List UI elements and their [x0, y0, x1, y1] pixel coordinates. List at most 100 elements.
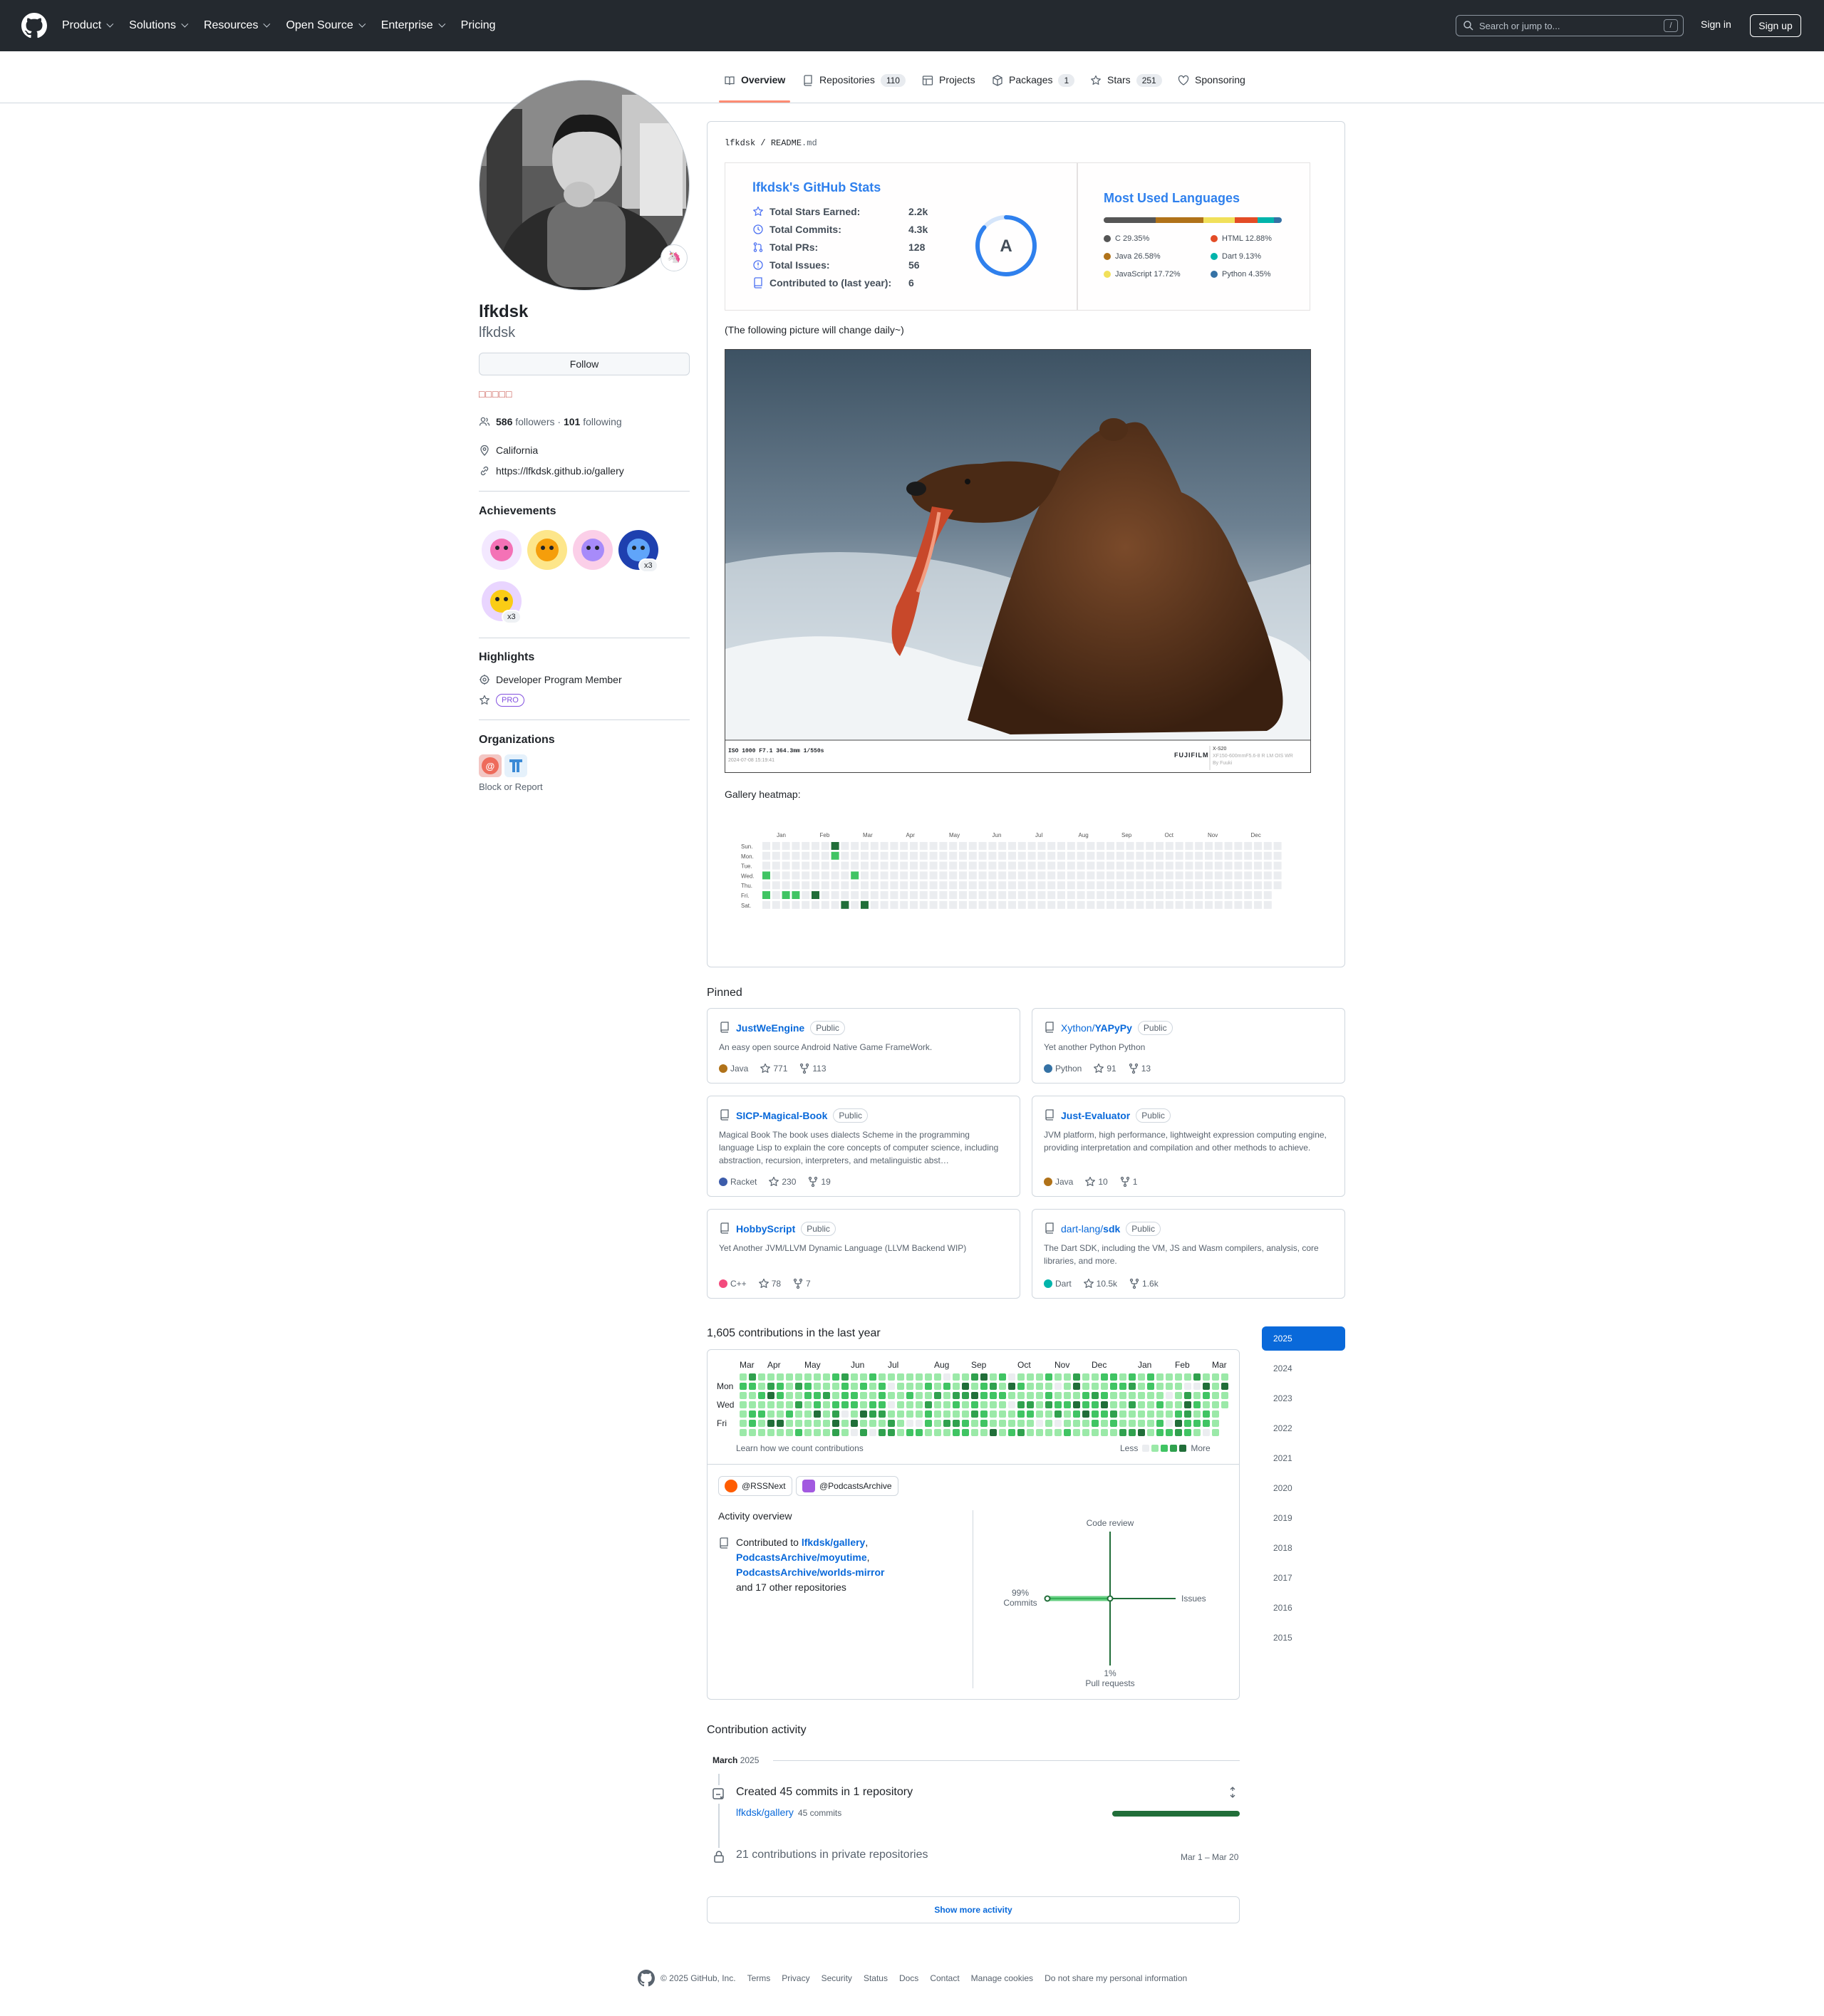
calendar-day-cell[interactable] [925, 1373, 932, 1381]
calendar-day-cell[interactable] [860, 1410, 867, 1418]
calendar-day-cell[interactable] [1082, 1410, 1089, 1418]
calendar-day-cell[interactable] [925, 1392, 932, 1399]
calendar-day-cell[interactable] [1082, 1401, 1089, 1408]
star-icon[interactable] [1093, 1063, 1104, 1074]
calendar-day-cell[interactable] [841, 1420, 849, 1427]
calendar-day-cell[interactable] [1110, 1420, 1117, 1427]
calendar-day-cell[interactable] [879, 1410, 886, 1418]
calendar-day-cell[interactable] [740, 1401, 747, 1408]
calendar-day-cell[interactable] [897, 1410, 904, 1418]
calendar-day-cell[interactable] [1129, 1420, 1136, 1427]
pinned-repo-name[interactable]: Just-Evaluator [1061, 1110, 1130, 1121]
calendar-day-cell[interactable] [1110, 1373, 1117, 1381]
footer-link-status[interactable]: Status [864, 1973, 888, 1983]
calendar-day-cell[interactable] [1184, 1383, 1191, 1390]
fork-icon[interactable] [792, 1278, 804, 1289]
calendar-day-cell[interactable] [897, 1392, 904, 1399]
calendar-day-cell[interactable] [906, 1401, 913, 1408]
nav-solutions[interactable]: Solutions [129, 19, 189, 32]
calendar-day-cell[interactable] [1203, 1401, 1210, 1408]
calendar-day-cell[interactable] [786, 1392, 793, 1399]
pinned-repo-name[interactable]: JustWeEngine [736, 1022, 804, 1034]
calendar-day-cell[interactable] [879, 1429, 886, 1436]
pinned-repo-title[interactable]: HobbyScript Public [736, 1222, 836, 1236]
calendar-day-cell[interactable] [999, 1420, 1006, 1427]
footer-link-privacy[interactable]: Privacy [782, 1973, 809, 1983]
calendar-day-cell[interactable] [1101, 1429, 1108, 1436]
calendar-day-cell[interactable] [1073, 1401, 1080, 1408]
calendar-day-cell[interactable] [1101, 1392, 1108, 1399]
sign-in-link[interactable]: Sign in [1701, 19, 1731, 30]
calendar-day-cell[interactable] [786, 1373, 793, 1381]
calendar-day-cell[interactable] [860, 1373, 867, 1381]
calendar-day-cell[interactable] [916, 1429, 923, 1436]
calendar-day-cell[interactable] [749, 1410, 756, 1418]
nav-enterprise[interactable]: Enterprise [381, 19, 445, 32]
repo-stars[interactable]: 10.5k [1097, 1279, 1117, 1289]
calendar-day-cell[interactable] [1166, 1410, 1173, 1418]
calendar-day-cell[interactable] [1027, 1383, 1034, 1390]
repo-forks[interactable]: 7 [806, 1279, 811, 1289]
calendar-day-cell[interactable] [906, 1420, 913, 1427]
calendar-day-cell[interactable] [943, 1383, 950, 1390]
calendar-day-cell[interactable] [804, 1410, 812, 1418]
fork-icon[interactable] [807, 1176, 819, 1188]
calendar-day-cell[interactable] [740, 1373, 747, 1381]
calendar-day-cell[interactable] [1110, 1410, 1117, 1418]
calendar-day-cell[interactable] [1073, 1392, 1080, 1399]
calendar-day-cell[interactable] [1027, 1420, 1034, 1427]
calendar-day-cell[interactable] [1045, 1401, 1052, 1408]
year-button-2021[interactable]: 2021 [1262, 1446, 1345, 1470]
calendar-day-cell[interactable] [879, 1373, 886, 1381]
pinned-repo-name[interactable]: HobbyScript [736, 1223, 795, 1235]
fold-icon[interactable] [1227, 1787, 1238, 1798]
calendar-day-cell[interactable] [980, 1401, 988, 1408]
calendar-day-cell[interactable] [962, 1429, 969, 1436]
calendar-day-cell[interactable] [1119, 1410, 1126, 1418]
calendar-day-cell[interactable] [1166, 1420, 1173, 1427]
calendar-day-cell[interactable] [795, 1429, 802, 1436]
calendar-day-cell[interactable] [841, 1410, 849, 1418]
calendar-day-cell[interactable] [758, 1392, 765, 1399]
calendar-day-cell[interactable] [1212, 1401, 1219, 1408]
calendar-day-cell[interactable] [1017, 1420, 1025, 1427]
calendar-day-cell[interactable] [1054, 1429, 1062, 1436]
calendar-day-cell[interactable] [1138, 1420, 1145, 1427]
followers-label[interactable]: followers [515, 416, 554, 427]
website-link[interactable]: https://lfkdsk.github.io/gallery [496, 465, 624, 477]
calendar-day-cell[interactable] [841, 1373, 849, 1381]
calendar-day-cell[interactable] [1175, 1401, 1182, 1408]
footer-link-docs[interactable]: Docs [899, 1973, 918, 1983]
calendar-day-cell[interactable] [1036, 1420, 1043, 1427]
calendar-day-cell[interactable] [869, 1410, 876, 1418]
fork-icon[interactable] [1119, 1176, 1131, 1188]
calendar-day-cell[interactable] [1110, 1401, 1117, 1408]
calendar-day-cell[interactable] [832, 1401, 839, 1408]
footer-link-security[interactable]: Security [822, 1973, 852, 1983]
calendar-day-cell[interactable] [999, 1429, 1006, 1436]
tab-projects[interactable]: Projects [922, 74, 975, 105]
calendar-day-cell[interactable] [1193, 1383, 1201, 1390]
calendar-day-cell[interactable] [1017, 1392, 1025, 1399]
calendar-day-cell[interactable] [1036, 1373, 1043, 1381]
calendar-day-cell[interactable] [943, 1429, 950, 1436]
calendar-day-cell[interactable] [1045, 1429, 1052, 1436]
calendar-day-cell[interactable] [1175, 1429, 1182, 1436]
calendar-day-cell[interactable] [1221, 1401, 1228, 1408]
calendar-day-cell[interactable] [1129, 1373, 1136, 1381]
nav-product[interactable]: Product [62, 19, 114, 32]
calendar-day-cell[interactable] [786, 1420, 793, 1427]
calendar-day-cell[interactable] [990, 1373, 997, 1381]
calendar-day-cell[interactable] [851, 1410, 858, 1418]
tab-sponsoring[interactable]: Sponsoring [1178, 74, 1245, 105]
calendar-day-cell[interactable] [897, 1383, 904, 1390]
calendar-day-cell[interactable] [990, 1392, 997, 1399]
calendar-day-cell[interactable] [1221, 1392, 1228, 1399]
calendar-day-cell[interactable] [1101, 1401, 1108, 1408]
calendar-day-cell[interactable] [740, 1392, 747, 1399]
calendar-day-cell[interactable] [1027, 1429, 1034, 1436]
calendar-day-cell[interactable] [740, 1410, 747, 1418]
calendar-day-cell[interactable] [795, 1392, 802, 1399]
calendar-day-cell[interactable] [758, 1401, 765, 1408]
calendar-day-cell[interactable] [767, 1429, 774, 1436]
